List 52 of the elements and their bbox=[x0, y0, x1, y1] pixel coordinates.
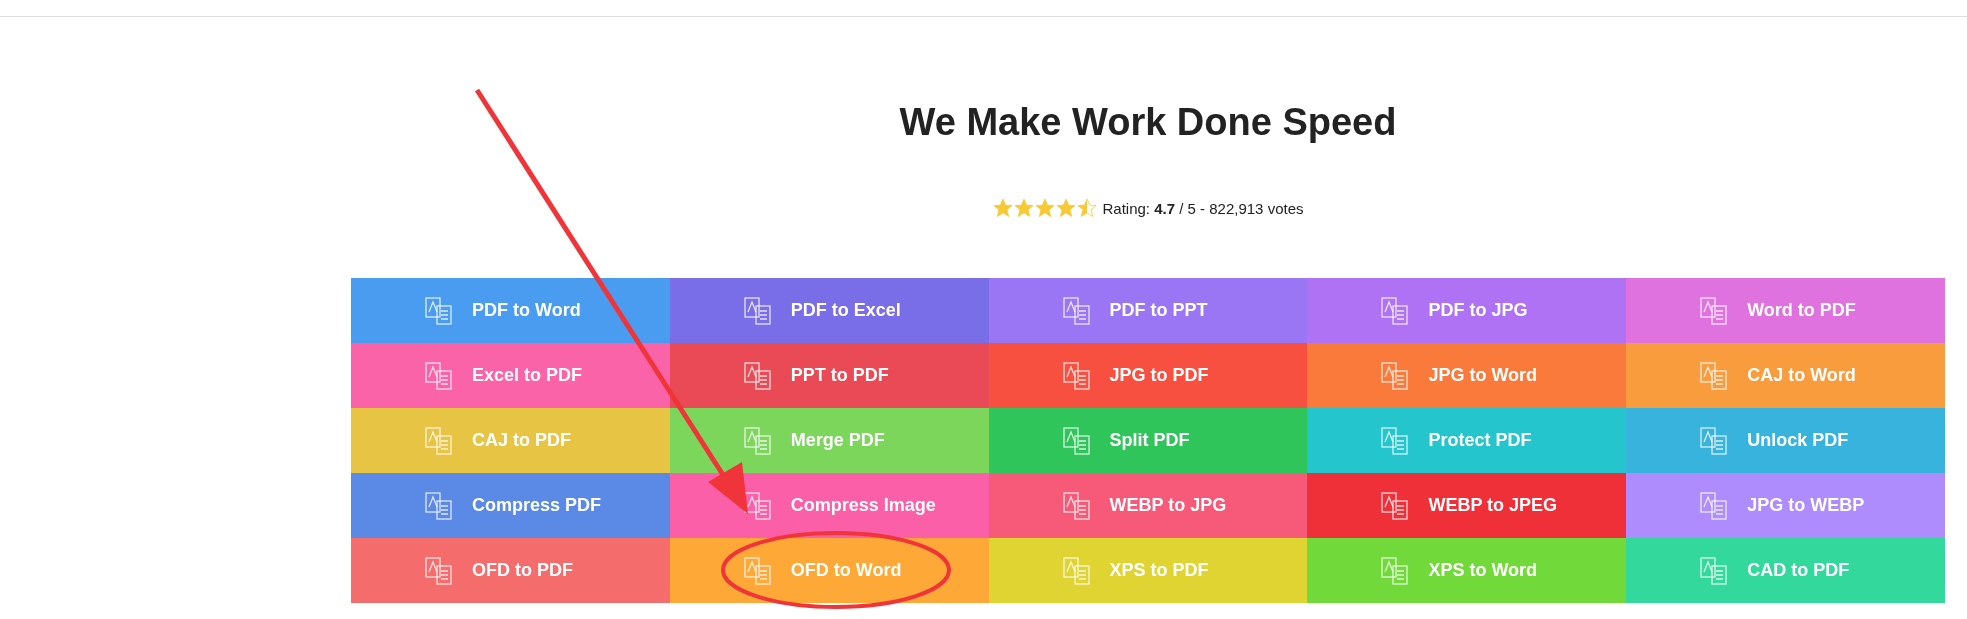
tool-tile[interactable]: Excel to PDF bbox=[351, 343, 670, 408]
tool-tile[interactable]: XPS to PDF bbox=[988, 538, 1308, 603]
document-icon bbox=[424, 555, 454, 586]
document-icon bbox=[1061, 490, 1092, 521]
rating-text: Rating: 4.7 / 5 - 822,913 votes bbox=[1102, 199, 1304, 217]
document-icon bbox=[1061, 295, 1092, 326]
document-icon bbox=[742, 360, 773, 391]
tool-tile[interactable]: Word to PDF bbox=[1626, 278, 1945, 343]
tool-tile[interactable]: Merge PDF bbox=[669, 408, 989, 473]
tool-tile[interactable]: PDF to Word bbox=[351, 278, 670, 343]
tool-tile[interactable]: Split PDF bbox=[988, 408, 1308, 473]
tool-tile[interactable]: PDF to JPG bbox=[1307, 278, 1627, 343]
tool-tile[interactable]: WEBP to JPEG bbox=[1307, 473, 1627, 538]
document-icon bbox=[1380, 425, 1411, 456]
document-icon bbox=[1699, 360, 1730, 391]
tool-tile[interactable]: Protect PDF bbox=[1307, 408, 1627, 473]
document-icon bbox=[1061, 360, 1092, 391]
tool-tile[interactable]: PDF to PPT bbox=[988, 278, 1308, 343]
document-icon bbox=[1380, 295, 1411, 326]
document-icon bbox=[1380, 360, 1411, 391]
document-icon bbox=[1380, 555, 1411, 586]
document-icon bbox=[424, 490, 454, 521]
tool-tile[interactable]: CAJ to Word bbox=[1626, 343, 1945, 408]
document-icon bbox=[742, 490, 773, 521]
document-icon bbox=[424, 295, 454, 326]
document-icon bbox=[1380, 490, 1411, 521]
tool-tile[interactable]: Unlock PDF bbox=[1626, 408, 1945, 473]
document-icon bbox=[1699, 490, 1730, 521]
tool-tile[interactable]: WEBP to JPG bbox=[988, 473, 1308, 538]
document-icon bbox=[424, 360, 454, 391]
document-icon bbox=[424, 425, 454, 456]
document-icon bbox=[1061, 425, 1092, 456]
tool-tile[interactable]: Compress PDF bbox=[351, 473, 670, 538]
document-icon bbox=[1699, 295, 1730, 326]
document-icon bbox=[742, 425, 773, 456]
tool-tile[interactable]: CAJ to PDF bbox=[351, 408, 670, 473]
document-icon bbox=[1699, 555, 1730, 586]
tool-tile[interactable]: CAD to PDF bbox=[1626, 538, 1945, 603]
tool-tile[interactable]: Compress Image bbox=[669, 473, 989, 538]
document-icon bbox=[742, 555, 773, 586]
tool-tile[interactable]: JPG to Word bbox=[1307, 343, 1627, 408]
tool-tile[interactable]: PDF to Excel bbox=[669, 278, 989, 343]
tool-tile[interactable]: PPT to PDF bbox=[669, 343, 989, 408]
document-icon bbox=[1699, 425, 1730, 456]
tool-tile[interactable]: OFD to Word bbox=[669, 538, 989, 603]
page-title: We Make Work Done Speed bbox=[898, 103, 1398, 141]
tool-tile[interactable]: OFD to PDF bbox=[351, 538, 670, 603]
tool-tile[interactable]: JPG to PDF bbox=[988, 343, 1308, 408]
tool-tile[interactable]: XPS to Word bbox=[1307, 538, 1627, 603]
document-icon bbox=[742, 295, 773, 326]
tool-tile[interactable]: JPG to WEBP bbox=[1626, 473, 1945, 538]
document-icon bbox=[1061, 555, 1092, 586]
